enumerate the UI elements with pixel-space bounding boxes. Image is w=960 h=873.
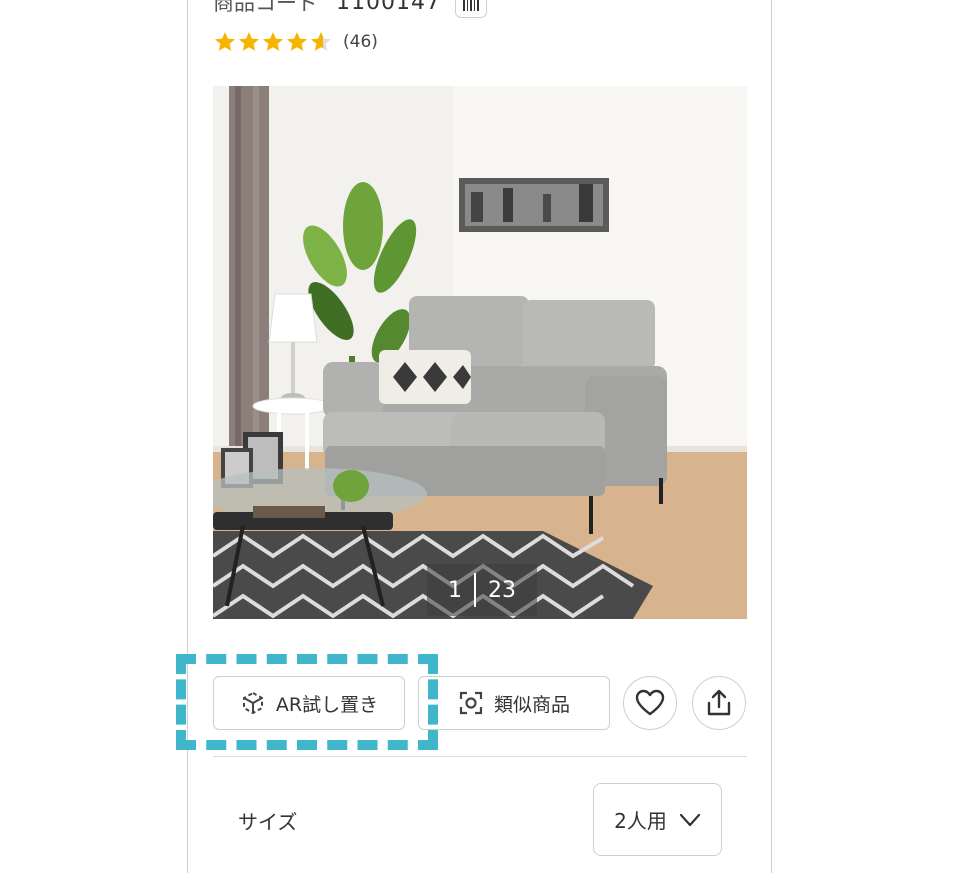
review-count[interactable]: (46): [343, 32, 378, 52]
image-counter-divider: [474, 573, 476, 607]
size-select[interactable]: 2人用: [593, 783, 722, 856]
star-rating: [213, 30, 333, 54]
product-code-value: 1100147: [336, 0, 441, 15]
section-divider: [213, 756, 747, 757]
heart-icon: [635, 689, 665, 716]
star-icon: [215, 32, 235, 51]
share-button[interactable]: [692, 676, 746, 730]
size-select-value: 2人用: [614, 809, 667, 833]
image-counter-current: 1: [448, 577, 462, 603]
rating-row: (46): [213, 30, 378, 54]
visual-search-icon: [458, 690, 484, 716]
product-code-row: 商品コード 1100147: [213, 0, 487, 18]
barcode-icon: [462, 0, 479, 11]
star-icon: [239, 32, 259, 51]
product-code-label: 商品コード: [213, 0, 318, 15]
chevron-down-icon: [679, 813, 701, 827]
image-counter: 1 23: [427, 564, 537, 616]
star-icon: [263, 32, 283, 51]
barcode-button[interactable]: [454, 0, 487, 18]
favorite-button[interactable]: [623, 676, 677, 730]
similar-items-button[interactable]: 類似商品: [418, 676, 610, 730]
product-image[interactable]: [213, 86, 747, 619]
size-option-label: サイズ: [238, 810, 298, 834]
similar-items-label: 類似商品: [493, 693, 570, 716]
ar-button-highlight: [176, 654, 438, 750]
star-half-icon: [311, 32, 331, 51]
star-icon: [287, 32, 307, 51]
share-icon: [707, 689, 731, 716]
image-counter-total: 23: [488, 577, 516, 603]
